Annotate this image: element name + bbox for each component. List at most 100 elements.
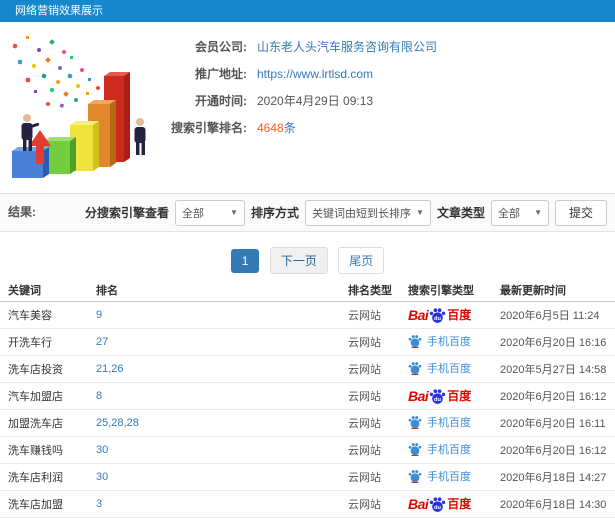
baidu-paw-icon: [408, 469, 422, 483]
mobile-baidu-logo: 手机百度: [408, 468, 471, 484]
pagination: 1 下一页 尾页: [0, 247, 615, 274]
table-row: 洗车店利润 30 云网站 手机百度 2020年6月18日 14:27: [0, 464, 615, 491]
updated-cell: 2020年6月20日 16:11: [500, 418, 606, 430]
engine-view-selected: 全部: [181, 207, 204, 220]
baidu-paw-icon: [408, 361, 422, 375]
last-page-button[interactable]: 尾页: [338, 247, 385, 274]
baidu-paw-icon: [408, 415, 422, 429]
company-name-link[interactable]: 山东老人头汽车服务咨询有限公司: [257, 38, 437, 55]
engine-cell: 手机百度: [402, 468, 500, 486]
keyword-ranking-table: 关键词 排名 排名类型 搜索引擎类型 最新更新时间 汽车美容 9 云网站 Bai du…: [0, 279, 615, 518]
baidu-paw-icon: du: [430, 388, 446, 404]
table-row: 加盟洗车店 25,28,28 云网站 手机百度 2020年6月20日 16:11: [0, 410, 615, 437]
table-row: 汽车美容 9 云网站 Bai du 百度 2020年6月5日 11:24: [0, 302, 615, 329]
engine-cell: 手机百度: [402, 414, 500, 432]
engine-cell: Bai du 百度: [402, 388, 500, 405]
rank-cell[interactable]: 27: [96, 336, 348, 348]
table-header-row: 关键词 排名 排名类型 搜索引擎类型 最新更新时间: [0, 279, 615, 302]
page-title: 网络营销效果展示: [0, 0, 615, 22]
col-rank: 排名: [96, 285, 118, 297]
rank-cell[interactable]: 21,26: [96, 363, 348, 375]
article-type-select[interactable]: 全部 ▼: [490, 199, 549, 226]
table-row: 洗车赚钱吗 30 云网站 手机百度 2020年6月20日 16:12: [0, 437, 615, 464]
article-type-selected: 全部: [497, 207, 520, 220]
mobile-baidu-logo: 手机百度: [408, 360, 471, 376]
table-row: 开洗车行 27 云网站 手机百度 2020年6月20日 16:16: [0, 329, 615, 356]
engine-cell: 手机百度: [402, 360, 500, 378]
open-time-value: 2020年4月29日 09:13: [257, 94, 374, 108]
rank-type-cell: 云网站: [348, 499, 381, 511]
baidu-paw-icon: [408, 334, 422, 348]
table-body: 汽车美容 9 云网站 Bai du 百度 2020年6月5日 11:24 开洗车行 27 云网…: [0, 302, 615, 518]
info-row-open-time: 开通时间: 2020年4月29日 09:13: [60, 87, 437, 114]
updated-cell: 2020年6月18日 14:30: [500, 499, 607, 511]
info-row-ranking-count: 搜索引擎排名: 4648条: [60, 114, 437, 141]
company-label: 会员公司:: [195, 40, 247, 54]
table-row: 汽车加盟店 8 云网站 Bai du 百度 2020年6月20日 16:12: [0, 383, 615, 410]
filter-bar: 结果: 分搜索引擎查看 全部 ▼ 排序方式 关键词由短到长排序 ▼ 文章类型 全…: [0, 193, 615, 232]
rank-cell[interactable]: 8: [96, 390, 348, 402]
rank-cell[interactable]: 3: [96, 498, 348, 510]
col-engine-type: 搜索引擎类型: [408, 285, 474, 297]
mobile-baidu-logo: 手机百度: [408, 414, 471, 430]
submit-button[interactable]: 提交: [554, 199, 607, 226]
info-row-company: 会员公司: 山东老人头汽车服务咨询有限公司: [60, 33, 437, 60]
svg-text:du: du: [434, 396, 441, 402]
info-row-url: 推广地址: https://www.lrtlsd.com: [60, 60, 437, 87]
promo-url-label: 推广地址:: [195, 67, 247, 81]
ranking-count-unit: 条: [283, 121, 296, 135]
article-type-label: 文章类型: [436, 206, 485, 220]
baidu-logo: Bai du 百度: [408, 307, 472, 323]
sort-select[interactable]: 关键词由短到长排序 ▼: [304, 199, 431, 226]
keyword-cell: 汽车加盟店: [8, 391, 63, 403]
rank-type-cell: 云网站: [348, 310, 381, 322]
keyword-cell: 洗车店加盟: [8, 499, 63, 511]
rank-type-cell: 云网站: [348, 445, 381, 457]
sort-selected: 关键词由短到长排序: [311, 207, 411, 220]
mobile-baidu-logo: 手机百度: [408, 333, 471, 349]
updated-cell: 2020年6月20日 16:12: [500, 391, 607, 403]
engine-cell: Bai du 百度: [402, 496, 500, 513]
engine-view-label: 分搜索引擎查看: [84, 206, 169, 220]
keyword-cell: 洗车店利润: [8, 472, 63, 484]
svg-text:du: du: [434, 504, 441, 510]
engine-view-select[interactable]: 全部 ▼: [174, 199, 245, 226]
col-rank-type: 排名类型: [348, 285, 392, 297]
open-time-label: 开通时间:: [195, 94, 247, 108]
baidu-paw-icon: [408, 442, 422, 456]
baidu-logo: Bai du 百度: [408, 388, 472, 404]
keyword-cell: 洗车赚钱吗: [8, 445, 63, 457]
rank-type-cell: 云网站: [348, 391, 381, 403]
chevron-down-icon: ▼: [230, 208, 238, 217]
rank-cell[interactable]: 25,28,28: [96, 417, 348, 429]
rank-cell[interactable]: 9: [96, 309, 348, 321]
col-keyword: 关键词: [8, 285, 41, 297]
ranking-count-value: 4648条: [257, 119, 296, 136]
next-page-button[interactable]: 下一页: [269, 247, 328, 274]
table-row: 洗车店加盟 3 云网站 Bai du 百度 2020年6月18日 14:30: [0, 491, 615, 518]
chevron-down-icon: ▼: [416, 208, 424, 217]
engine-cell: 手机百度: [402, 333, 500, 351]
keyword-cell: 加盟洗车店: [8, 418, 63, 430]
keyword-cell: 开洗车行: [8, 337, 52, 349]
filter-controls: 分搜索引擎查看 全部 ▼ 排序方式 关键词由短到长排序 ▼ 文章类型 全部 ▼ …: [85, 199, 607, 226]
company-info-panel: 会员公司: 山东老人头汽车服务咨询有限公司 推广地址: https://www.…: [60, 33, 437, 141]
page-1-button[interactable]: 1: [230, 249, 260, 273]
chevron-down-icon: ▼: [534, 208, 542, 217]
mobile-baidu-logo: 手机百度: [408, 441, 471, 457]
rank-cell[interactable]: 30: [96, 444, 348, 456]
svg-text:du: du: [434, 315, 441, 321]
result-label: 结果:: [8, 205, 36, 219]
rank-type-cell: 云网站: [348, 472, 381, 484]
keyword-cell: 洗车店投资: [8, 364, 63, 376]
baidu-paw-icon: du: [430, 496, 446, 512]
sort-label: 排序方式: [250, 206, 299, 220]
promo-url-link[interactable]: https://www.lrtlsd.com: [257, 67, 373, 81]
updated-cell: 2020年6月18日 14:27: [500, 472, 607, 484]
rank-type-cell: 云网站: [348, 364, 381, 376]
rank-cell[interactable]: 30: [96, 471, 348, 483]
updated-cell: 2020年6月20日 16:16: [500, 337, 607, 349]
engine-cell: 手机百度: [402, 441, 500, 459]
engine-cell: Bai du 百度: [402, 307, 500, 324]
table-row: 洗车店投资 21,26 云网站 手机百度 2020年5月27日 14:58: [0, 356, 615, 383]
